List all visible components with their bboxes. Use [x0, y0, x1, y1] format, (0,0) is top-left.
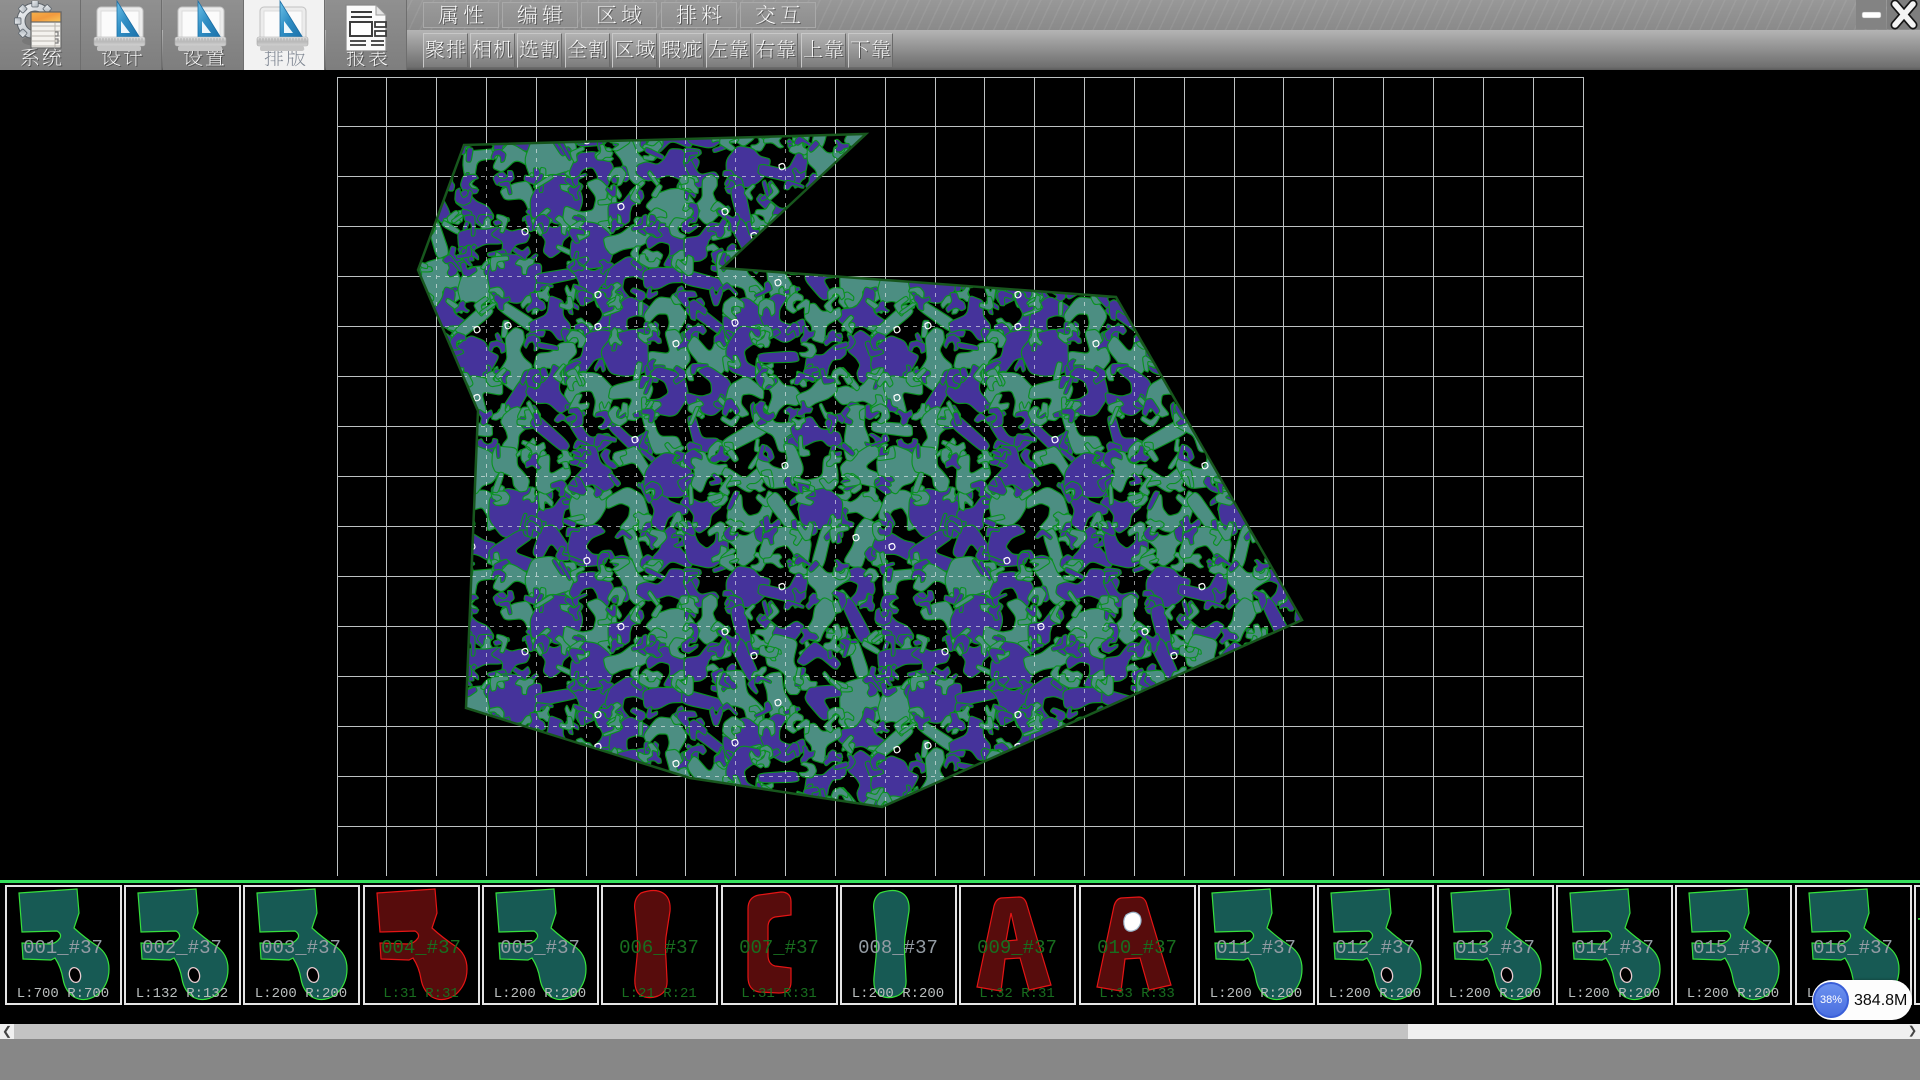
svg-text:006_#37: 006_#37	[619, 937, 699, 959]
svg-text:004_#37: 004_#37	[381, 937, 461, 959]
svg-text:014_#37: 014_#37	[1574, 937, 1654, 959]
svg-text:L:200 R:200: L:200 R:200	[1210, 986, 1302, 1002]
svg-text:L:200 R:200: L:200 R:200	[1329, 986, 1421, 1002]
svg-text:L:32 R:31: L:32 R:31	[979, 986, 1055, 1002]
svg-text:012_#37: 012_#37	[1335, 937, 1415, 959]
svg-text:007_#37: 007_#37	[739, 937, 819, 959]
svg-text:008_#37: 008_#37	[858, 937, 938, 959]
svg-text:013_#37: 013_#37	[1455, 937, 1535, 959]
svg-text:005_#37: 005_#37	[500, 937, 580, 959]
svg-text:L:200 R:200: L:200 R:200	[1448, 986, 1540, 1002]
svg-text:003_#37: 003_#37	[261, 937, 341, 959]
svg-text:L:200 R:200: L:200 R:200	[255, 986, 347, 1002]
svg-text:L:31 R:31: L:31 R:31	[741, 986, 817, 1002]
svg-text:L:31 R:31: L:31 R:31	[383, 986, 459, 1002]
svg-text:L:200 R:200: L:200 R:200	[1568, 986, 1660, 1002]
svg-text:010_#37: 010_#37	[1097, 937, 1177, 959]
svg-text:009_#37: 009_#37	[977, 937, 1057, 959]
svg-text:011_#37: 011_#37	[1216, 937, 1296, 959]
svg-text:L:200 R:200: L:200 R:200	[1687, 986, 1779, 1002]
svg-text:L:21 R:21: L:21 R:21	[621, 986, 697, 1002]
svg-text:002_#37: 002_#37	[142, 937, 222, 959]
svg-text:015_#37: 015_#37	[1693, 937, 1773, 959]
svg-text:016_#37: 016_#37	[1813, 937, 1893, 959]
svg-text:L:200 R:200: L:200 R:200	[852, 986, 944, 1002]
svg-text:L:33 R:33: L:33 R:33	[1099, 986, 1175, 1002]
svg-text:L:132 R:132: L:132 R:132	[136, 986, 228, 1002]
svg-text:L:700 R:700: L:700 R:700	[16, 986, 108, 1002]
svg-text:001_#37: 001_#37	[23, 937, 103, 959]
svg-text:L:200 R:200: L:200 R:200	[494, 986, 586, 1002]
